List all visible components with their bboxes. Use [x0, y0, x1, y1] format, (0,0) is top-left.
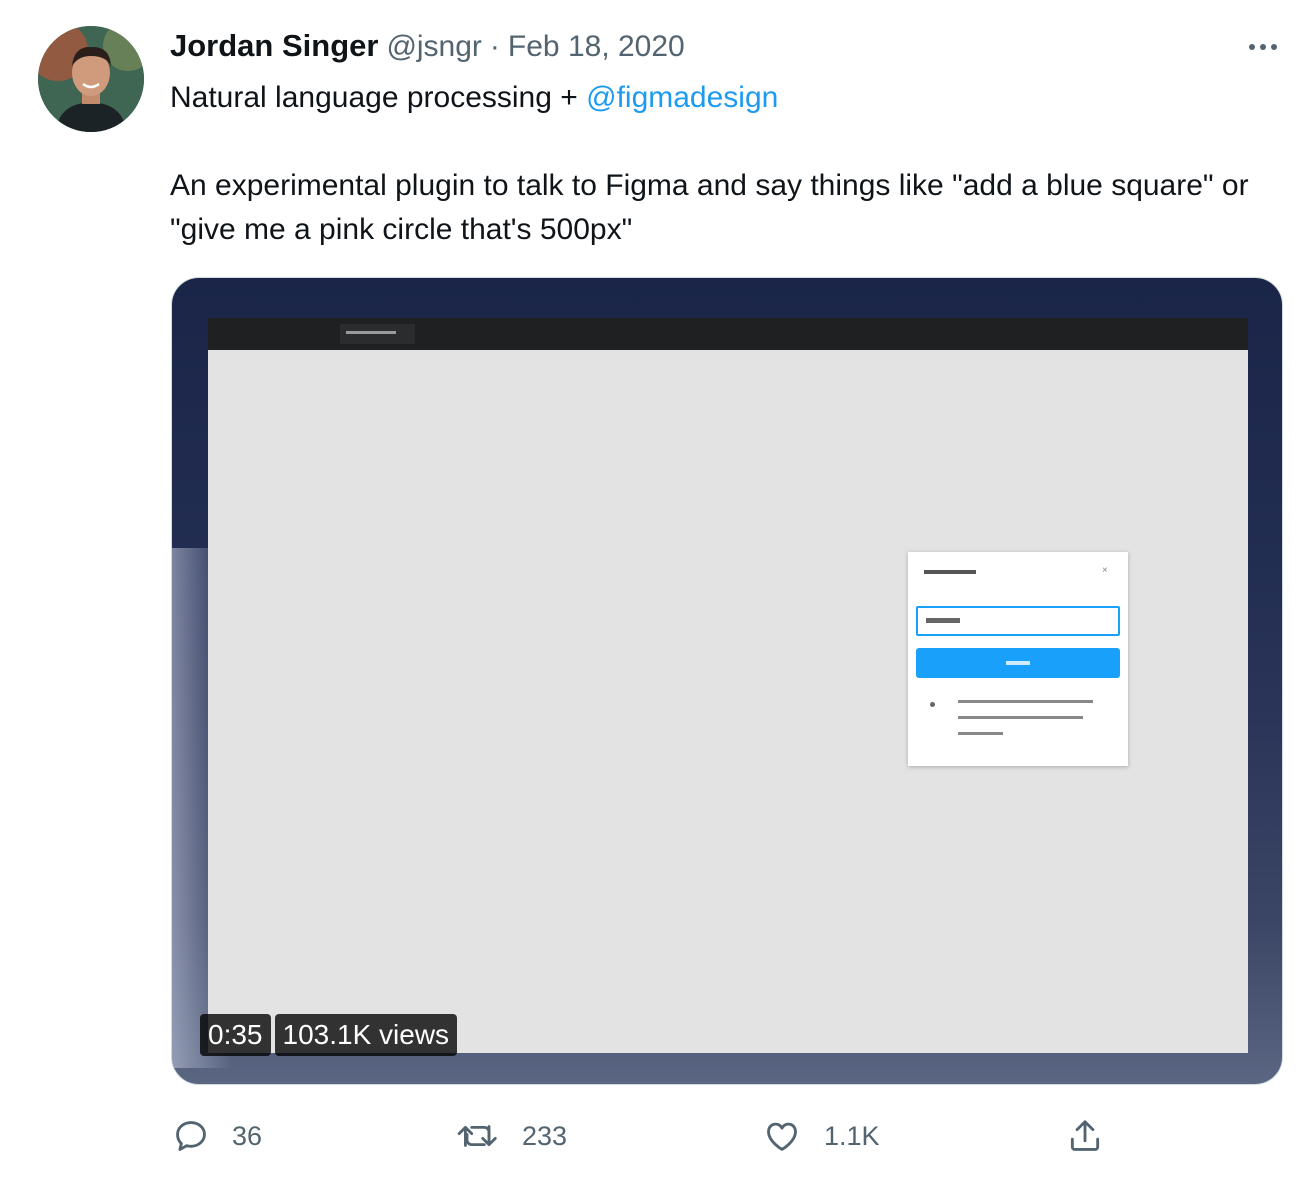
author-handle[interactable]: @jsngr — [386, 30, 481, 64]
reply-count: 36 — [232, 1120, 263, 1151]
like-count: 1.1K — [824, 1120, 880, 1151]
retweet-count: 233 — [522, 1120, 568, 1151]
heart-icon — [767, 1122, 797, 1151]
plugin-window: × — [908, 552, 1128, 766]
tweet-actions: 36 233 1.1K — [0, 1106, 1306, 1166]
video-frame: × — [208, 318, 1248, 1053]
share-button[interactable] — [1066, 1106, 1104, 1166]
share-icon — [1070, 1120, 1100, 1151]
figma-titlebar — [208, 318, 1248, 350]
reply-button[interactable]: 36 — [172, 1106, 262, 1166]
tweet-header: Jordan Singer @jsngr · Feb 18, 2020 — [170, 28, 685, 68]
author-name[interactable]: Jordan Singer — [170, 28, 378, 64]
tweet-text-line2: An experimental plugin to talk to Figma … — [170, 169, 1249, 246]
like-button[interactable]: 1.1K — [762, 1106, 880, 1166]
video-player[interactable]: × 0:35 103.1K views — [171, 277, 1283, 1085]
tweet-date[interactable]: Feb 18, 2020 — [508, 30, 685, 64]
video-badge: 0:35 103.1K views — [200, 1014, 458, 1056]
retweet-icon — [457, 1125, 497, 1147]
reply-icon — [176, 1121, 206, 1151]
avatar[interactable] — [38, 26, 144, 132]
video-views: 103.1K views — [274, 1014, 458, 1056]
mention-link[interactable]: @figmadesign — [586, 81, 778, 114]
tweet-text: Natural language processing + @figmadesi… — [170, 76, 1250, 252]
retweet-button[interactable]: 233 — [456, 1106, 567, 1166]
video-duration: 0:35 — [200, 1014, 271, 1056]
separator: · — [489, 30, 500, 63]
tweet: Jordan Singer @jsngr · Feb 18, 2020 Natu… — [0, 0, 1306, 1188]
more-options-icon[interactable] — [1240, 32, 1286, 62]
tweet-text-line1: Natural language processing + — [170, 81, 587, 114]
